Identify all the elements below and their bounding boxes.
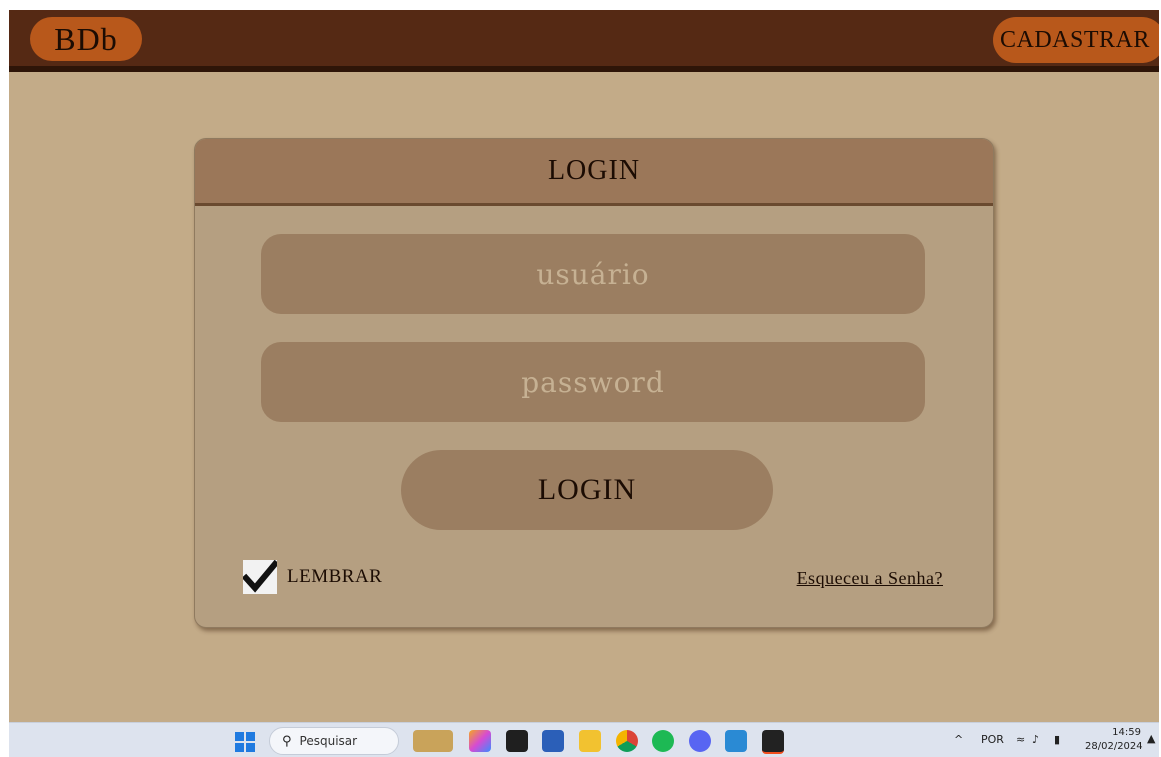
clock-time: 14:59: [1112, 727, 1141, 738]
discord-icon[interactable]: [689, 730, 711, 752]
top-nav-bar: BDb CADASTRAR: [9, 10, 1159, 72]
check-icon: [243, 560, 277, 593]
clock-date: 28/02/2024: [1085, 741, 1143, 752]
forgot-password-link[interactable]: Esqueceu a Senha?: [797, 568, 943, 589]
remember-me[interactable]: LEMBRAR: [243, 559, 382, 595]
taskbar-search-placeholder: Pesquisar: [299, 734, 358, 748]
battery-icon[interactable]: ▮: [1054, 733, 1060, 746]
copilot-icon[interactable]: [469, 730, 491, 752]
app-screen: BDb CADASTRAR LOGIN LOGIN LEMBRAR Esquec…: [9, 10, 1159, 757]
taskbar-search[interactable]: ⚲ Pesquisar: [269, 727, 399, 755]
register-button[interactable]: CADASTRAR: [993, 17, 1159, 63]
chrome-icon[interactable]: [616, 730, 638, 752]
system-clock[interactable]: 14:59 28/02/2024: [1085, 726, 1143, 754]
windows-start-icon[interactable]: [235, 732, 255, 752]
volume-icon[interactable]: ♪: [1032, 733, 1039, 746]
search-icon: ⚲: [282, 733, 292, 749]
store-icon[interactable]: [542, 730, 564, 752]
figma-icon[interactable]: [762, 730, 784, 754]
login-button[interactable]: LOGIN: [401, 450, 773, 530]
spotify-icon[interactable]: [652, 730, 674, 752]
language-indicator[interactable]: POR: [981, 733, 1004, 746]
vscode-icon[interactable]: [725, 730, 747, 752]
remember-label: LEMBRAR: [287, 566, 383, 587]
widgets-icon[interactable]: [413, 730, 453, 752]
login-card: LOGIN LOGIN LEMBRAR Esqueceu a Senha?: [194, 138, 994, 628]
windows-taskbar: ⚲ Pesquisar ^ POR ≈ ♪ ▮ 14:59 28/02/2024…: [9, 722, 1159, 757]
password-input[interactable]: [261, 342, 925, 422]
remember-checkbox[interactable]: [243, 560, 277, 594]
terminal-icon[interactable]: [506, 730, 528, 752]
notification-bell-icon[interactable]: ▲: [1147, 732, 1155, 745]
brand-logo[interactable]: BDb: [30, 17, 142, 61]
file-explorer-icon[interactable]: [579, 730, 601, 752]
tray-chevron-icon[interactable]: ^: [954, 733, 963, 746]
login-card-title: LOGIN: [195, 139, 993, 206]
wifi-icon[interactable]: ≈: [1016, 733, 1025, 746]
username-input[interactable]: [261, 234, 925, 314]
